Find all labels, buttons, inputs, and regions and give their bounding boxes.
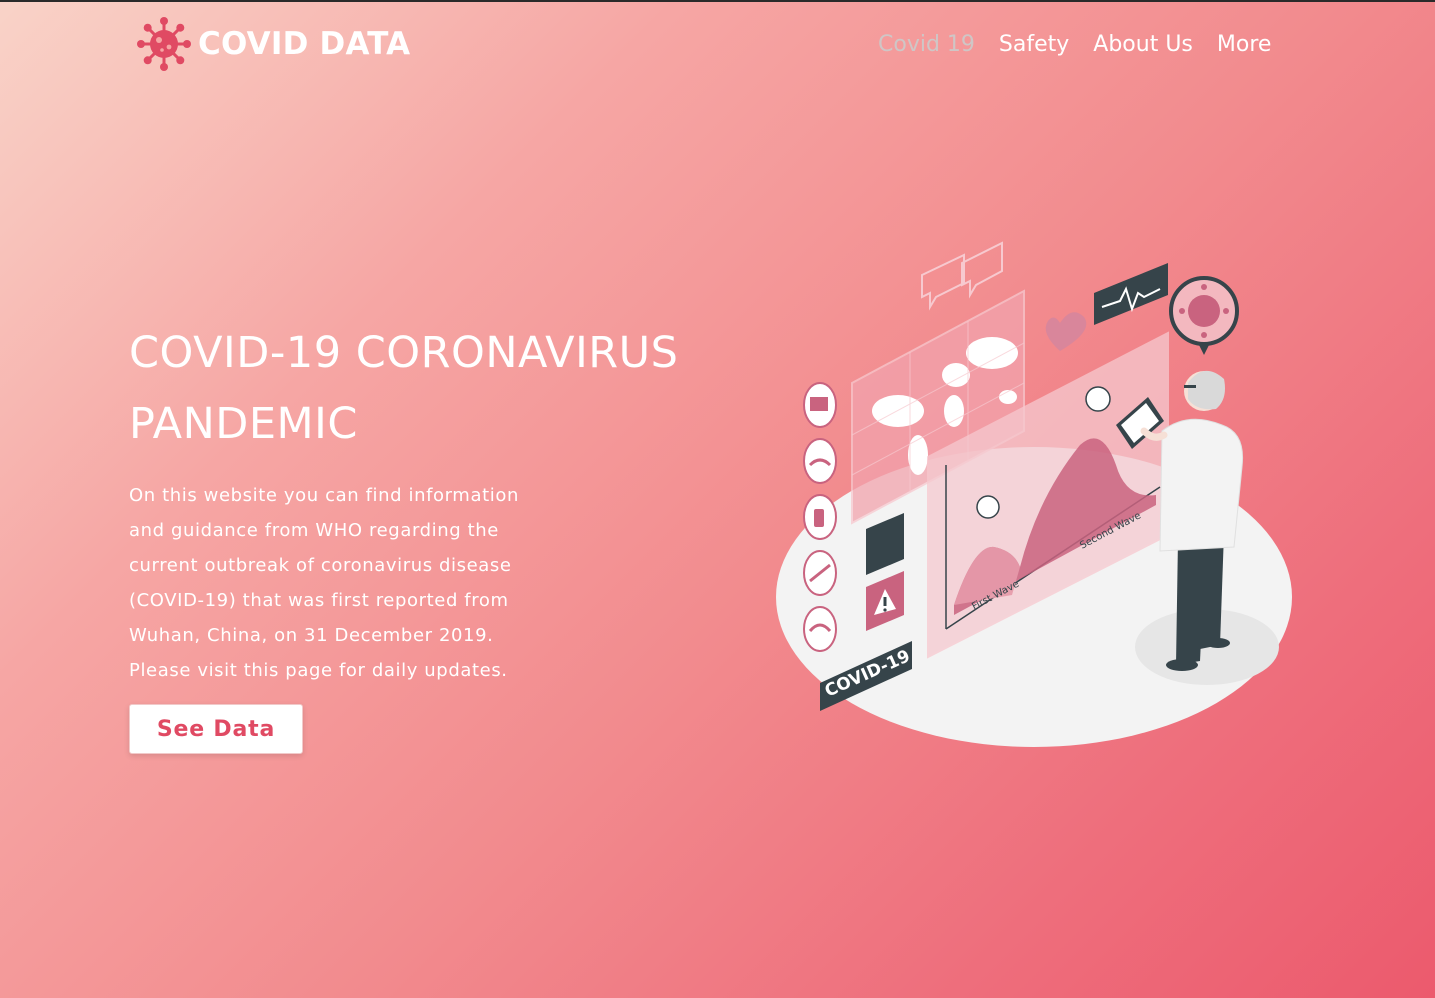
virus-bubble-icon bbox=[1169, 276, 1239, 355]
hero-description-line: Wuhan, China, on 31 December 2019. bbox=[129, 625, 494, 646]
nav-item-more[interactable]: More bbox=[1217, 32, 1272, 57]
hero-description-line: and guidance from WHO regarding the bbox=[129, 520, 499, 541]
brand[interactable]: COVID DATA bbox=[136, 16, 410, 72]
hero-description-line: current outbreak of coronavirus disease bbox=[129, 555, 512, 576]
covid-data-illustration: First Wave Second Wave COVID-19 bbox=[776, 241, 1292, 747]
heart-icon bbox=[1045, 312, 1087, 351]
chart-pin-icon bbox=[976, 495, 1000, 519]
see-data-button[interactable]: See Data bbox=[129, 704, 303, 754]
hero-description: On this website you can find information… bbox=[129, 478, 599, 688]
hero-description-line: (COVID-19) that was first reported from bbox=[129, 590, 509, 611]
nav-item-about-us[interactable]: About Us bbox=[1093, 32, 1193, 57]
chart-pin-icon bbox=[1085, 386, 1111, 412]
hero-title-line-1: COVID-19 CORONAVIRUS bbox=[129, 328, 679, 378]
hero-section: COVID-19 CORONAVIRUS PANDEMIC On this we… bbox=[129, 318, 769, 688]
chat-bubbles-icon bbox=[921, 241, 1003, 311]
hero-description-line: Please visit this page for daily updates… bbox=[129, 660, 508, 681]
hero-description-line: On this website you can find information bbox=[129, 485, 519, 506]
brand-name: COVID DATA bbox=[198, 26, 411, 62]
sanitizer-icon bbox=[814, 509, 824, 527]
hero-title-line-2: PANDEMIC bbox=[129, 399, 358, 449]
virus-icon bbox=[137, 17, 191, 71]
heartbeat-monitor-icon bbox=[1094, 263, 1168, 325]
nav-item-covid-19[interactable]: Covid 19 bbox=[878, 32, 975, 57]
main-nav: Covid 19 Safety About Us More bbox=[878, 32, 1295, 57]
mask-icon bbox=[810, 397, 828, 411]
site-header: COVID DATA Covid 19 Safety About Us More bbox=[0, 0, 1435, 100]
hero-title: COVID-19 CORONAVIRUS PANDEMIC bbox=[129, 318, 769, 460]
nav-item-safety[interactable]: Safety bbox=[999, 32, 1069, 57]
